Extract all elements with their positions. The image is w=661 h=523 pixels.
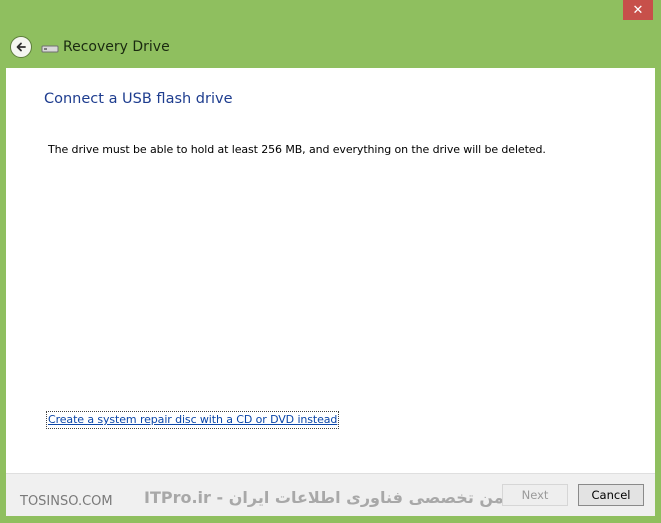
footer-bar: TOSINSO.COM ITPro.ir - انجمن تخصصی فناور… xyxy=(6,473,655,516)
cancel-button[interactable]: Cancel xyxy=(578,484,644,506)
navigation-bar: Recovery Drive xyxy=(0,32,661,64)
back-button[interactable] xyxy=(10,36,32,58)
itpro-watermark: ITPro.ir - انجمن تخصصی فناوری اطلاعات ای… xyxy=(144,488,528,507)
close-button[interactable]: ✕ xyxy=(623,0,653,20)
window-title: Recovery Drive xyxy=(63,39,170,55)
create-repair-disc-link[interactable]: Create a system repair disc with a CD or… xyxy=(45,411,340,429)
tosinso-watermark: TOSINSO.COM xyxy=(20,494,113,509)
content-panel: Connect a USB flash drive The drive must… xyxy=(6,68,655,473)
next-button[interactable]: Next xyxy=(502,484,568,506)
close-icon: ✕ xyxy=(632,2,644,17)
back-arrow-icon xyxy=(16,42,26,52)
page-heading: Connect a USB flash drive xyxy=(44,91,233,107)
recovery-drive-window: ✕ Recovery Drive Connect a USB flash dri… xyxy=(0,0,661,523)
drive-requirements-text: The drive must be able to hold at least … xyxy=(48,143,546,156)
usb-drive-icon xyxy=(41,45,59,53)
